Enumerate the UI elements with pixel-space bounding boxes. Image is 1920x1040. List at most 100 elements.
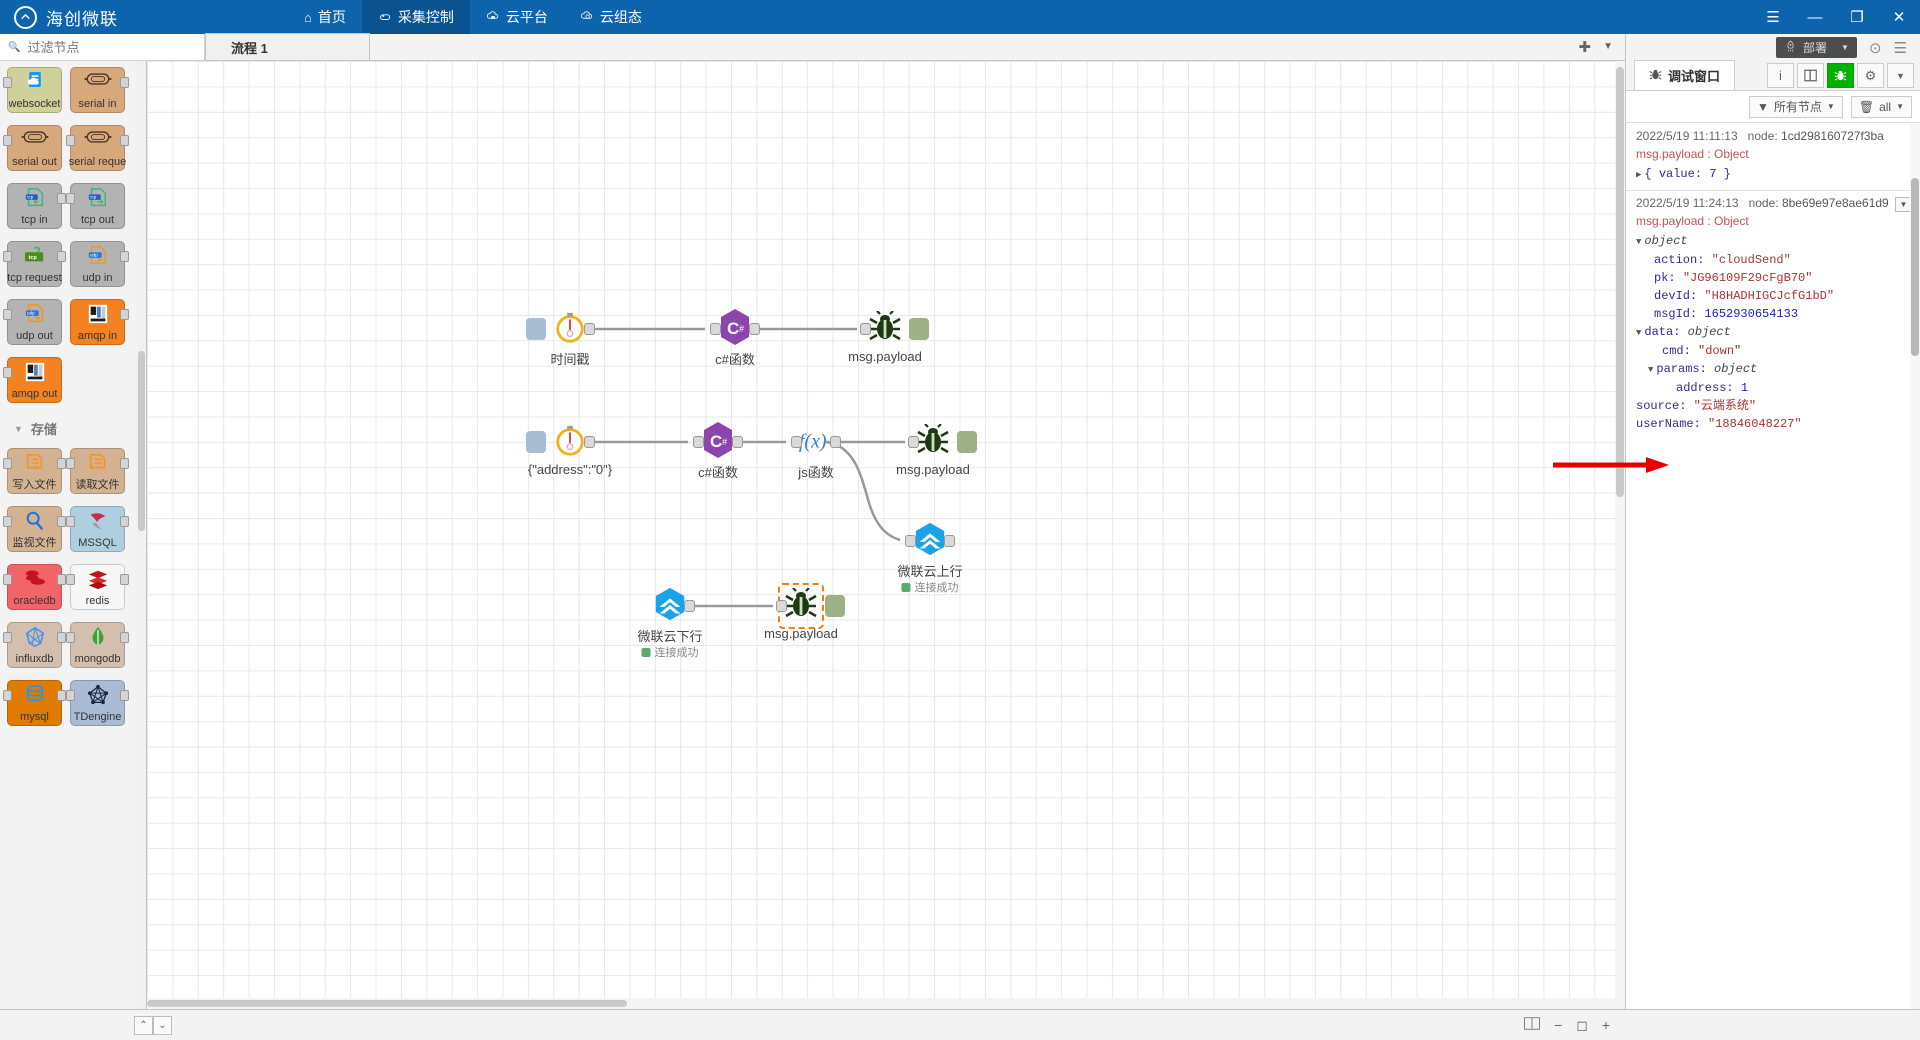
config-gear-button[interactable]: ⚙ bbox=[1857, 63, 1884, 88]
palette-node-mysql[interactable]: mysql bbox=[3, 680, 66, 726]
palette-node-serial-request[interactable]: serial reque bbox=[66, 125, 129, 171]
debug-message[interactable]: 2022/5/19 11:11:13 node: 1cd298160727f3b… bbox=[1626, 124, 1920, 191]
close-button[interactable]: ✕ bbox=[1878, 0, 1920, 34]
inject-trigger-button[interactable] bbox=[526, 318, 546, 340]
port-out[interactable] bbox=[944, 535, 955, 547]
nav-item-collect-control[interactable]: 采集控制 bbox=[361, 0, 470, 34]
canvas-horizontal-scrollbar[interactable] bbox=[147, 998, 1625, 1009]
node-body[interactable] bbox=[652, 587, 695, 624]
port-in[interactable] bbox=[860, 323, 871, 335]
palette-node-file-watch[interactable]: 监视文件 bbox=[3, 506, 66, 552]
debug-message-list[interactable]: 2022/5/19 11:11:13 node: 1cd298160727f3b… bbox=[1626, 124, 1920, 1009]
nav-item-cloud-config[interactable]: 云组态 bbox=[564, 0, 658, 34]
message-node-id[interactable]: 8be69e97e8ae61d9 bbox=[1782, 196, 1889, 210]
collapse-arrow-icon[interactable]: ▼ bbox=[1636, 237, 1641, 247]
palette-node-serial-out[interactable]: serial out bbox=[3, 125, 62, 171]
maximize-button[interactable]: ❐ bbox=[1836, 0, 1878, 34]
flow-canvas[interactable]: 时间戳 C # c#函数 msg.payload {"address":"0"}… bbox=[147, 61, 1625, 1009]
split-view-icon[interactable] bbox=[1524, 1017, 1540, 1033]
palette-node-serial-in[interactable]: serial in bbox=[70, 67, 129, 113]
window-menu-button[interactable]: ☰ bbox=[1752, 0, 1794, 34]
nav-item-home[interactable]: ⌂ 首页 bbox=[288, 0, 362, 34]
debug-toggle-button[interactable] bbox=[825, 595, 845, 617]
flow-node-debug-3[interactable]: msg.payload bbox=[764, 583, 845, 641]
debug-scrollbar[interactable] bbox=[1910, 124, 1920, 1009]
deploy-button[interactable]: 部署 ▼ bbox=[1776, 37, 1857, 58]
palette-node-mongodb[interactable]: mongodb bbox=[66, 622, 129, 668]
zoom-in-button[interactable]: + bbox=[1602, 1017, 1610, 1033]
port-in[interactable] bbox=[693, 436, 704, 448]
node-body[interactable] bbox=[526, 311, 595, 347]
help-book-button[interactable] bbox=[1797, 63, 1824, 88]
flow-node-jsfunction[interactable]: f(x) js函数 bbox=[791, 424, 841, 480]
port-out[interactable] bbox=[732, 436, 743, 448]
tab-flow-1[interactable]: 流程 1 bbox=[205, 33, 370, 60]
palette-node-file-read[interactable]: 读取文件 bbox=[66, 448, 129, 494]
chevron-down-icon[interactable]: ▼ bbox=[1841, 43, 1849, 52]
zoom-out-button[interactable]: − bbox=[1554, 1017, 1562, 1033]
debug-scroll-thumb[interactable] bbox=[1911, 178, 1919, 356]
palette-group-storage[interactable]: ▼ 存储 bbox=[0, 409, 146, 442]
chevron-down-icon[interactable]: ▼ bbox=[1603, 41, 1613, 52]
node-body[interactable]: C # bbox=[710, 308, 760, 347]
flow-node-csharp-2[interactable]: C # c#函数 bbox=[693, 421, 743, 480]
plus-icon[interactable]: ✚ bbox=[1579, 38, 1592, 56]
node-body[interactable] bbox=[776, 583, 845, 629]
search-input[interactable] bbox=[25, 38, 186, 56]
expand-palette-button[interactable]: ⌄ bbox=[153, 1015, 172, 1035]
flow-canvas-container[interactable]: 时间戳 C # c#函数 msg.payload {"address":"0"}… bbox=[147, 61, 1625, 1009]
tree-row[interactable]: ▼ params: object bbox=[1636, 360, 1912, 379]
expand-arrow-icon[interactable]: ▶ bbox=[1636, 170, 1641, 180]
debug-toggle-button[interactable] bbox=[909, 318, 929, 340]
node-body[interactable] bbox=[905, 522, 955, 559]
minimize-button[interactable]: — bbox=[1794, 0, 1836, 34]
help-circle-icon[interactable]: ⊙ bbox=[1869, 39, 1882, 57]
nav-item-cloud-platform[interactable]: 云平台 bbox=[470, 0, 564, 34]
palette-filter[interactable]: 🔍 bbox=[0, 34, 205, 61]
message-node-id[interactable]: 1cd298160727f3ba bbox=[1781, 129, 1884, 143]
node-body[interactable] bbox=[860, 309, 929, 347]
collapse-arrow-icon[interactable]: ▼ bbox=[1636, 328, 1641, 338]
port-in[interactable] bbox=[908, 436, 919, 448]
port-out[interactable] bbox=[584, 323, 595, 335]
palette-node-udp-out[interactable]: udp udp out bbox=[3, 299, 62, 345]
flow-node-inject-timestamp[interactable]: 时间戳 bbox=[526, 311, 595, 367]
node-body[interactable] bbox=[526, 424, 595, 460]
palette-node-tcp-out[interactable]: tcp tcp out bbox=[66, 183, 125, 229]
node-filter-dropdown[interactable]: ▼ 所有节点 ▼ bbox=[1749, 95, 1843, 118]
palette-node-tdengine[interactable]: TDengine bbox=[66, 680, 129, 726]
tree-row-root[interactable]: ▼ object bbox=[1636, 232, 1912, 251]
palette-node-mssql[interactable]: MSSQL bbox=[66, 506, 129, 552]
collapse-arrow-icon[interactable]: ▼ bbox=[1648, 365, 1653, 375]
node-body[interactable]: f(x) bbox=[791, 424, 841, 460]
palette-node-amqp-in[interactable]: amqp in bbox=[70, 299, 129, 345]
port-out[interactable] bbox=[830, 436, 841, 448]
hamburger-icon[interactable]: ☰ bbox=[1894, 39, 1907, 57]
tab-debug-window[interactable]: 调试窗口 bbox=[1634, 60, 1736, 90]
tree-row[interactable]: ▼ data: object bbox=[1636, 323, 1912, 342]
port-in[interactable] bbox=[905, 535, 916, 547]
node-body[interactable] bbox=[908, 422, 977, 460]
canvas-vertical-scrollbar[interactable] bbox=[1615, 61, 1625, 1009]
flow-node-cloud-downlink[interactable]: 微联云下行 连接成功 bbox=[637, 587, 703, 659]
flow-node-inject-address[interactable]: {"address":"0"} bbox=[526, 424, 612, 477]
debug-toggle-button[interactable] bbox=[957, 431, 977, 453]
flow-node-csharp-1[interactable]: C # c#函数 bbox=[710, 308, 760, 367]
collapse-palette-button[interactable]: ⌃ bbox=[134, 1015, 153, 1035]
palette-node-tcp-request[interactable]: tcp tcp request bbox=[3, 241, 66, 287]
palette-node-websocket[interactable]: websocket bbox=[3, 67, 62, 113]
node-body[interactable]: C # bbox=[693, 421, 743, 460]
canvas-scroll-thumb[interactable] bbox=[1616, 67, 1624, 497]
palette-node-oracledb[interactable]: oracledb bbox=[3, 564, 66, 610]
port-out[interactable] bbox=[584, 436, 595, 448]
debug-message[interactable]: 2022/5/19 11:24:13 node: 8be69e97e8ae61d… bbox=[1626, 191, 1920, 439]
flow-node-cloud-uplink[interactable]: 微联云上行 连接成功 bbox=[897, 522, 963, 594]
palette-node-redis[interactable]: redis bbox=[66, 564, 129, 610]
palette-node-udp-in[interactable]: udp udp in bbox=[70, 241, 129, 287]
palette-node-influxdb[interactable]: influxdb bbox=[3, 622, 66, 668]
inject-trigger-button[interactable] bbox=[526, 431, 546, 453]
port-in[interactable] bbox=[776, 600, 787, 612]
palette-node-file-write[interactable]: 写入文件 bbox=[3, 448, 66, 494]
sidebar-more-button[interactable]: ▼ bbox=[1887, 63, 1914, 88]
flow-node-debug-2[interactable]: msg.payload bbox=[896, 422, 977, 477]
